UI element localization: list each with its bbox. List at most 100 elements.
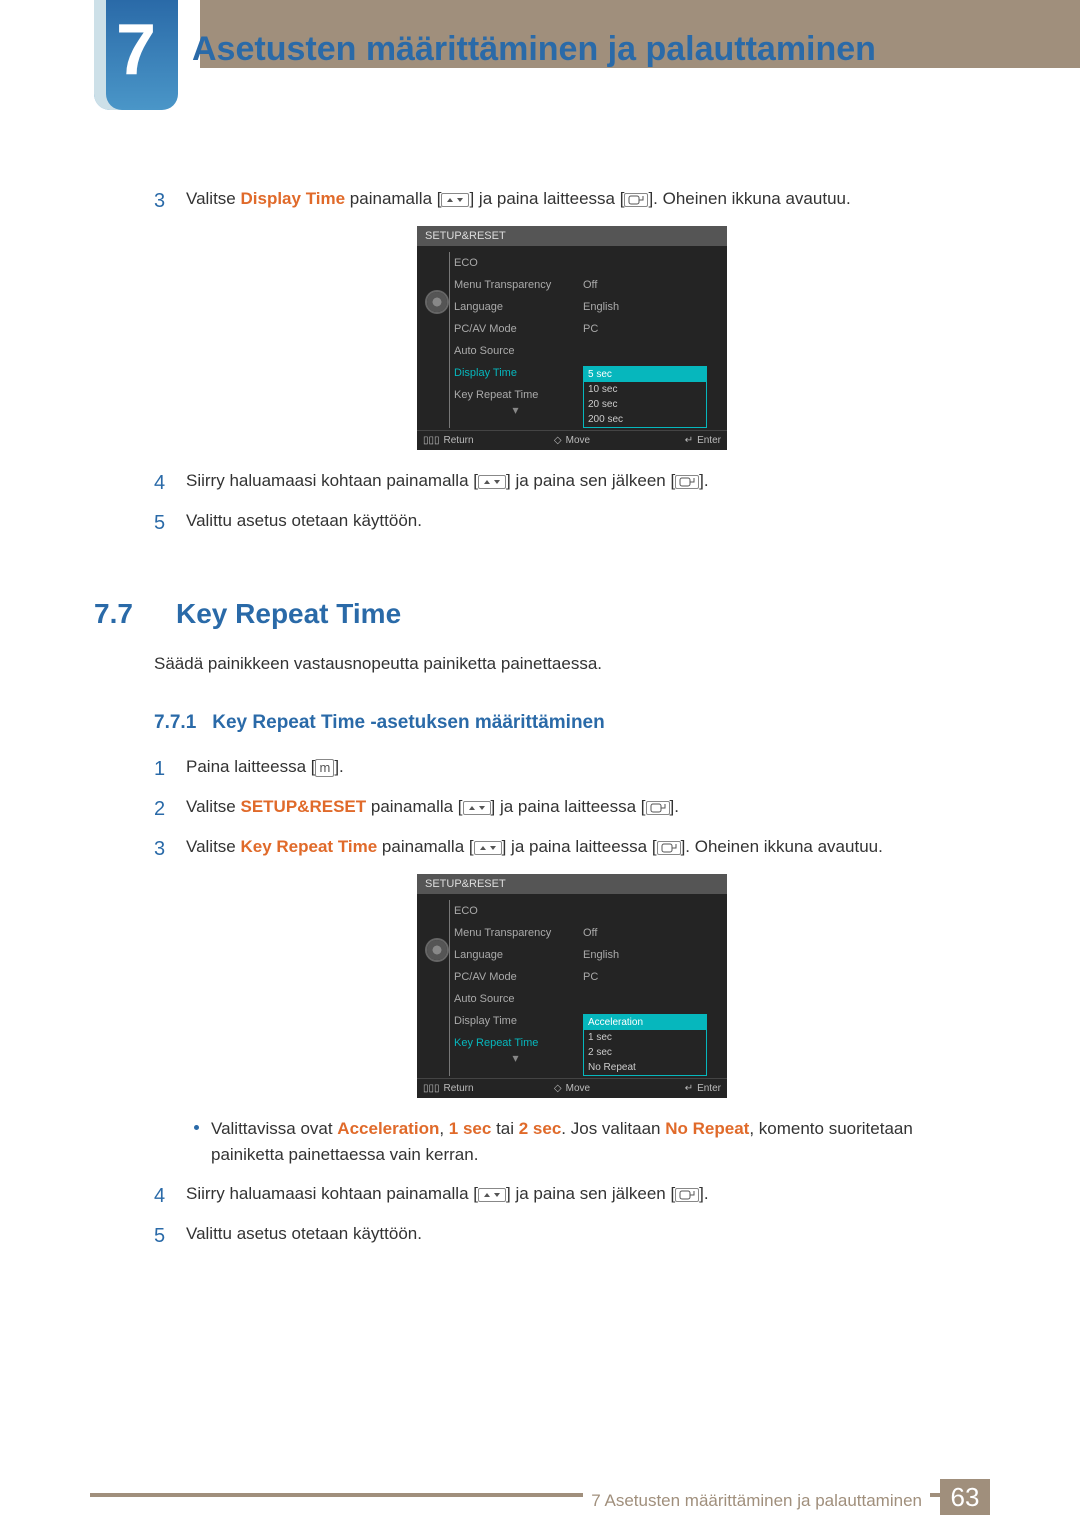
subsection-number: 7.7.1	[154, 712, 196, 734]
menu-key-icon: m	[315, 759, 334, 777]
osd-menu-item: Display Time	[454, 362, 577, 384]
section-number: 7.7	[94, 598, 152, 630]
return-icon: ▯▯▯	[423, 435, 440, 446]
osd-return-hint: ▯▯▯ Return	[423, 435, 522, 446]
osd-dropdown-option: 5 sec	[584, 367, 706, 382]
step-4b: 4 Siirry haluamaasi kohtaan painamalla […	[154, 1181, 990, 1211]
osd-return-hint: ▯▯▯ Return	[423, 1083, 522, 1094]
bullet-icon	[194, 1125, 199, 1130]
up-down-icon	[478, 475, 506, 489]
gear-icon	[427, 940, 447, 960]
move-icon: ◇	[554, 1083, 562, 1094]
osd-value: English	[583, 296, 707, 318]
step-4: 4 Siirry haluamaasi kohtaan painamalla […	[154, 468, 990, 498]
osd-menu-item: PC/AV Mode	[454, 318, 577, 340]
chapter-title: Asetusten määrittäminen ja palauttaminen	[192, 30, 876, 69]
page-content: 3 Valitse Display Time painamalla [] ja …	[154, 186, 990, 1261]
osd-menu-item: ECO	[454, 900, 577, 922]
osd-value: Off	[583, 922, 707, 944]
page-footer: 7 Asetusten määrittäminen ja palauttamin…	[0, 1473, 1080, 1527]
step-number: 1	[154, 754, 172, 784]
osd-dropdown-option: Acceleration	[584, 1015, 706, 1030]
step-text: Valitse Key Repeat Time painamalla [] ja…	[186, 834, 990, 864]
step-text: Paina laitteessa [m].	[186, 754, 990, 784]
osd-value	[583, 988, 707, 1010]
section-title: Key Repeat Time	[176, 598, 401, 630]
gear-icon	[427, 292, 447, 312]
step-number: 2	[154, 794, 172, 824]
up-down-icon	[463, 801, 491, 815]
osd-move-hint: ◇ Move	[522, 1083, 621, 1094]
osd-screenshot-display-time: SETUP&RESETECOMenu TransparencyLanguageP…	[154, 226, 990, 450]
osd-dropdown: 5 sec10 sec20 sec200 sec	[583, 366, 707, 428]
enter-icon	[657, 841, 681, 855]
osd-menu-item: Auto Source	[454, 988, 577, 1010]
osd-dropdown-option: 1 sec	[584, 1030, 706, 1045]
bullet-text: Valittavissa ovat Acceleration, 1 sec ta…	[211, 1116, 990, 1167]
step-text: Valitse SETUP&RESET painamalla [] ja pai…	[186, 794, 990, 824]
osd-value: PC	[583, 966, 707, 988]
osd-dropdown: Acceleration1 sec2 secNo Repeat	[583, 1014, 707, 1076]
osd-enter-hint: ↵ Enter	[622, 1083, 721, 1094]
move-icon: ◇	[554, 435, 562, 446]
osd-menu-item: PC/AV Mode	[454, 966, 577, 988]
enter-icon	[646, 801, 670, 815]
osd-dropdown-option: 20 sec	[584, 397, 706, 412]
subsection-7-7-1-heading: 7.7.1 Key Repeat Time -asetuksen määritt…	[154, 712, 990, 734]
up-down-icon	[441, 193, 469, 207]
osd-value: English	[583, 944, 707, 966]
osd-value: Off	[583, 274, 707, 296]
osd-value: PC	[583, 318, 707, 340]
osd-menu-item: ECO	[454, 252, 577, 274]
osd-dropdown-option: 2 sec	[584, 1045, 706, 1060]
enter-icon: ↵	[685, 435, 693, 446]
step-number: 5	[154, 1221, 172, 1251]
subsection-title: Key Repeat Time -asetuksen määrittäminen	[212, 712, 604, 734]
step-text: Valittu asetus otetaan käyttöön.	[186, 508, 990, 538]
section-description: Säädä painikkeen vastausnopeutta painike…	[154, 654, 990, 674]
enter-icon: ↵	[685, 1083, 693, 1094]
osd-menu-item: Menu Transparency	[454, 274, 577, 296]
enter-icon	[675, 1188, 699, 1202]
step-number: 4	[154, 1181, 172, 1211]
step-3b: 3 Valitse Key Repeat Time painamalla [] …	[154, 834, 990, 864]
step-number: 5	[154, 508, 172, 538]
osd-move-hint: ◇ Move	[522, 435, 621, 446]
step-2: 2 Valitse SETUP&RESET painamalla [] ja p…	[154, 794, 990, 824]
osd-menu-item: Auto Source	[454, 340, 577, 362]
osd-dropdown-option: No Repeat	[584, 1060, 706, 1075]
chapter-number-badge: 7	[94, 0, 178, 110]
osd-menu-item: Language	[454, 944, 577, 966]
step-text: Valitse Display Time painamalla [] ja pa…	[186, 186, 990, 216]
step-text: Siirry haluamaasi kohtaan painamalla [] …	[186, 468, 990, 498]
osd-menu-item: Language	[454, 296, 577, 318]
osd-enter-hint: ↵ Enter	[622, 435, 721, 446]
osd-value	[583, 252, 707, 274]
osd-title: SETUP&RESET	[417, 874, 727, 894]
up-down-icon	[474, 841, 502, 855]
step-1: 1 Paina laitteessa [m].	[154, 754, 990, 784]
step-text: Valittu asetus otetaan käyttöön.	[186, 1221, 990, 1251]
step-number: 3	[154, 186, 172, 216]
chevron-down-icon: ▾	[454, 1054, 577, 1062]
enter-icon	[675, 475, 699, 489]
osd-title: SETUP&RESET	[417, 226, 727, 246]
chevron-down-icon: ▾	[454, 406, 577, 414]
osd-screenshot-key-repeat: SETUP&RESETECOMenu TransparencyLanguageP…	[154, 874, 990, 1098]
key-repeat-time-label: Key Repeat Time	[241, 837, 378, 856]
setup-reset-label: SETUP&RESET	[241, 797, 367, 816]
footer-page-number: 63	[940, 1479, 990, 1515]
step-number: 3	[154, 834, 172, 864]
osd-dropdown-option: 10 sec	[584, 382, 706, 397]
enter-icon	[624, 193, 648, 207]
osd-value	[583, 900, 707, 922]
bullet-note: Valittavissa ovat Acceleration, 1 sec ta…	[194, 1116, 990, 1167]
step-5: 5 Valittu asetus otetaan käyttöön.	[154, 508, 990, 538]
step-5b: 5 Valittu asetus otetaan käyttöön.	[154, 1221, 990, 1251]
return-icon: ▯▯▯	[423, 1083, 440, 1094]
section-7-7-heading: 7.7 Key Repeat Time	[154, 598, 990, 630]
step-number: 4	[154, 468, 172, 498]
osd-value	[583, 340, 707, 362]
osd-menu-item: Display Time	[454, 1010, 577, 1032]
display-time-label: Display Time	[241, 189, 346, 208]
